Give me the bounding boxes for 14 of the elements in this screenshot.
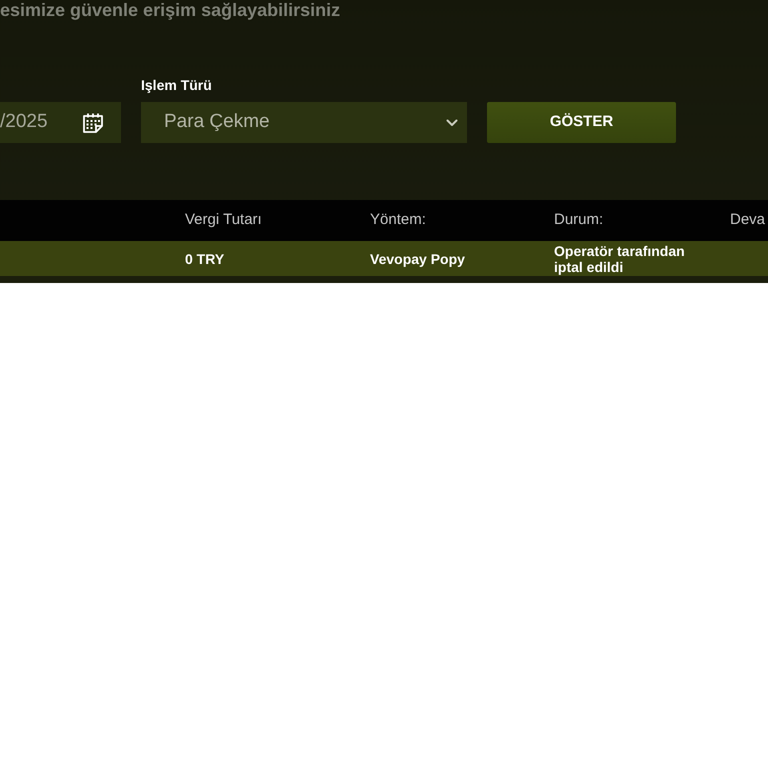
- column-header: Deva: [730, 210, 766, 230]
- column-header: Yöntem:: [370, 210, 426, 230]
- show-button[interactable]: GÖSTER: [487, 102, 676, 143]
- table-cell: 0 TRY: [185, 250, 224, 266]
- field-label: Işlem Türü: [141, 76, 212, 94]
- column-header: Vergi Tutarı: [185, 210, 262, 230]
- chevron-down-icon: [446, 118, 458, 126]
- date-field[interactable]: /2025: [0, 102, 121, 143]
- transaction-type-select[interactable]: Para Çekme: [141, 102, 467, 143]
- table-cell: Vevopay Popy: [370, 250, 465, 266]
- column-header: Durum:: [554, 210, 604, 230]
- intro-text: esimize güvenle erişim sağlayabilirsiniz: [0, 1, 340, 19]
- calendar-icon: [82, 112, 104, 134]
- table-cell-text: Operatör tarafından iptal edildi: [554, 242, 686, 274]
